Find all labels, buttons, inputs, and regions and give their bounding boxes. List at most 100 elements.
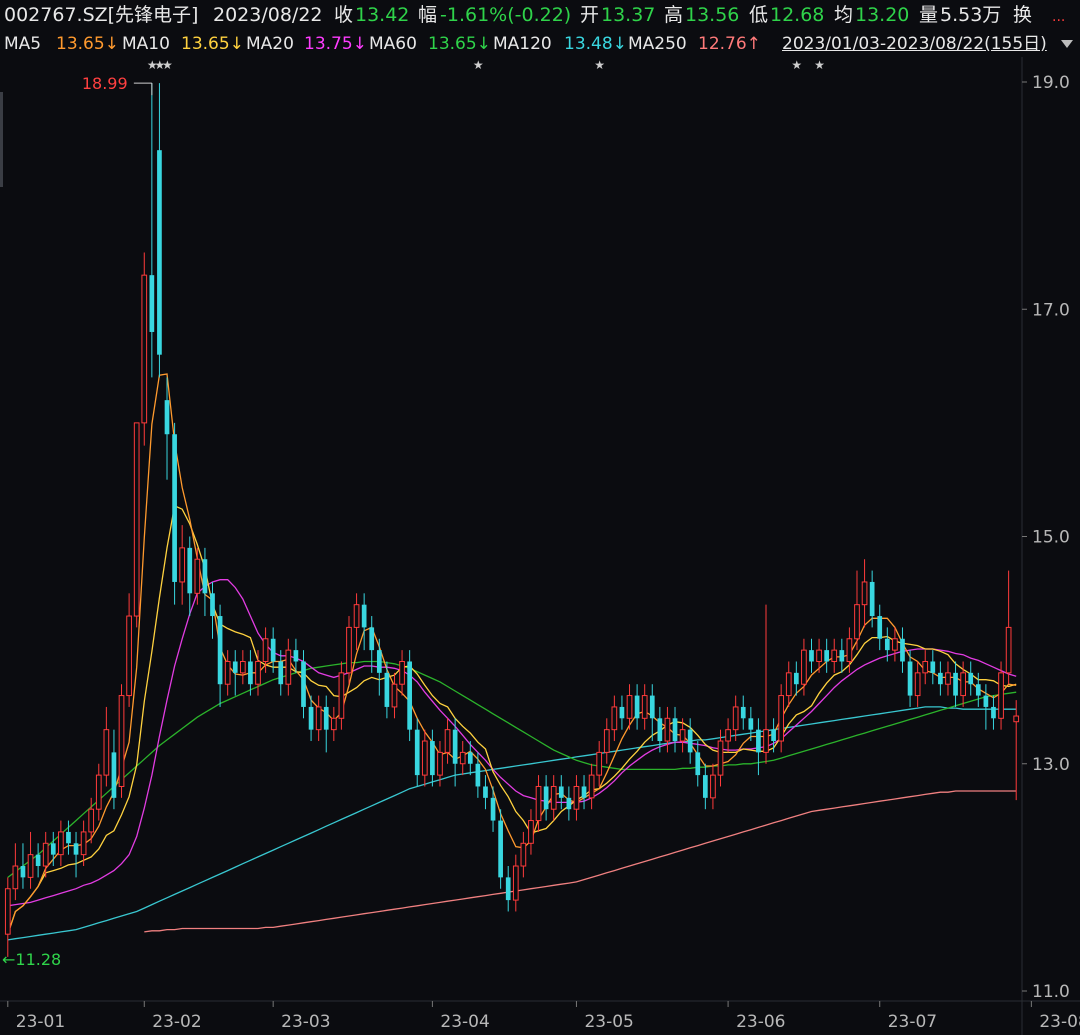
candle-body-down [270,638,276,662]
candle-body-up [1013,715,1020,723]
candle-body-down [157,150,162,355]
candle-body-up [42,842,49,867]
ma250-label: MA250 [628,34,687,54]
ma20-value: 13.75↓ [304,34,367,54]
candle-body-up [831,649,838,662]
scrollbar-handle[interactable] [0,92,3,187]
candle-body-down [172,434,177,582]
more-menu[interactable]: ... [1052,6,1065,28]
quote-header: 002767.SZ[先锋电子] 2023/08/22 收 13.42 幅 -1.… [0,0,1080,30]
candle-body-down [361,604,367,628]
candle-body-down [149,275,155,332]
candle-body-down [771,729,776,742]
candle-body-down [809,650,814,662]
candle-body-up [262,638,269,662]
candle-body-down [414,729,420,776]
candle-body-up [588,774,595,799]
stock-code: 002767.SZ[先锋电子] [4,4,199,26]
candle-body-down [839,650,845,662]
candle-body-down [202,559,208,594]
candle-body-down [35,854,41,867]
candle-body-up [255,660,261,685]
candle-body-up [892,638,898,651]
candle-body-down [702,775,708,798]
candle-body-up [626,695,633,719]
x-tick-label: 23-07 [888,1012,937,1032]
candle-body-down [498,820,503,878]
candle-body-up [346,626,352,674]
candle-body-up [732,706,739,731]
candle-body-up [12,865,19,890]
avg-value: 13.20 [855,4,910,26]
candle-body-down [558,786,564,798]
candle-body-down [581,786,587,798]
date-range-selector[interactable]: 2023/01/03-2023/08/22(155日) [782,33,1047,55]
candle-body-up [573,785,580,810]
candle-body-down [210,593,215,617]
candle-body-down [983,695,989,707]
candle-body-down [975,684,981,696]
candle-body-down [430,741,435,776]
ma60-label: MA60 [369,34,417,54]
candle-body-up [391,683,398,708]
event-star-icon: ★ [594,58,605,72]
candle-body-down [164,400,170,435]
x-tick-label: 23-01 [16,1012,65,1032]
candle-body-up [596,751,603,776]
chart-background [0,57,1080,1035]
candle-body-down [930,661,936,673]
candle-body-up [1005,626,1012,674]
candle-body-up [133,422,140,617]
event-star-icon: ★ [162,58,173,72]
close-value: 13.42 [355,4,410,26]
y-tick-label: 13.0 [1032,755,1070,775]
candle-body-up [459,751,466,765]
low-value: 12.68 [770,4,825,26]
candle-body-up [528,820,534,844]
candle-body-up [118,695,125,787]
triangle-down-icon[interactable] [1060,35,1074,57]
candle-body-up [103,729,110,776]
candle-body-down [672,718,678,742]
candle-body-up [854,604,860,640]
y-tick-label: 11.0 [1032,982,1070,1002]
candle-body-up [437,751,443,776]
candle-body-down [73,843,79,855]
candle-body-up [4,888,11,935]
candle-body-up [58,831,64,856]
candle-body-up [285,649,292,685]
candle-body-up [785,672,792,697]
candle-body-up [141,274,148,424]
candlestick-chart[interactable]: ★★★ ★ ★ ★ ★ 19.017.015.013.011.0 23-01 23-02 2… [0,57,1080,1035]
candle-body-up [399,660,405,685]
candle-body-down [687,729,693,753]
candle-body-down [566,797,572,810]
candle-body-up [945,672,951,685]
candle-body-up [960,672,966,697]
candle-body-down [66,831,71,844]
candle-body-down [384,672,390,707]
candle-body-down [293,650,299,662]
candle-body-down [323,706,329,730]
candle-body-up [239,660,246,674]
ma5-label: MA5 [4,34,42,54]
candle-body-up [816,649,822,662]
candle-body-up [801,649,807,685]
change-value: -1.61%(-0.22) [440,4,572,26]
candle-body-down [452,729,458,764]
candle-body-up [922,660,929,674]
x-tick-label: 23-08 [1039,1012,1080,1032]
x-tick-label: 23-06 [736,1012,785,1032]
candle-body-down [649,695,655,719]
candle-body-down [869,581,875,617]
candle-body-up [846,638,853,662]
candle-body-up [535,785,542,822]
candle-body-up [603,729,610,753]
candle-body-down [407,661,412,730]
max-price-label: 18.99 [82,74,128,93]
candle-body-down [483,786,488,798]
candle-body-up [520,842,527,867]
candle-body-up [27,854,34,878]
candle-body-up [611,706,618,731]
candle-body-up [421,740,428,776]
